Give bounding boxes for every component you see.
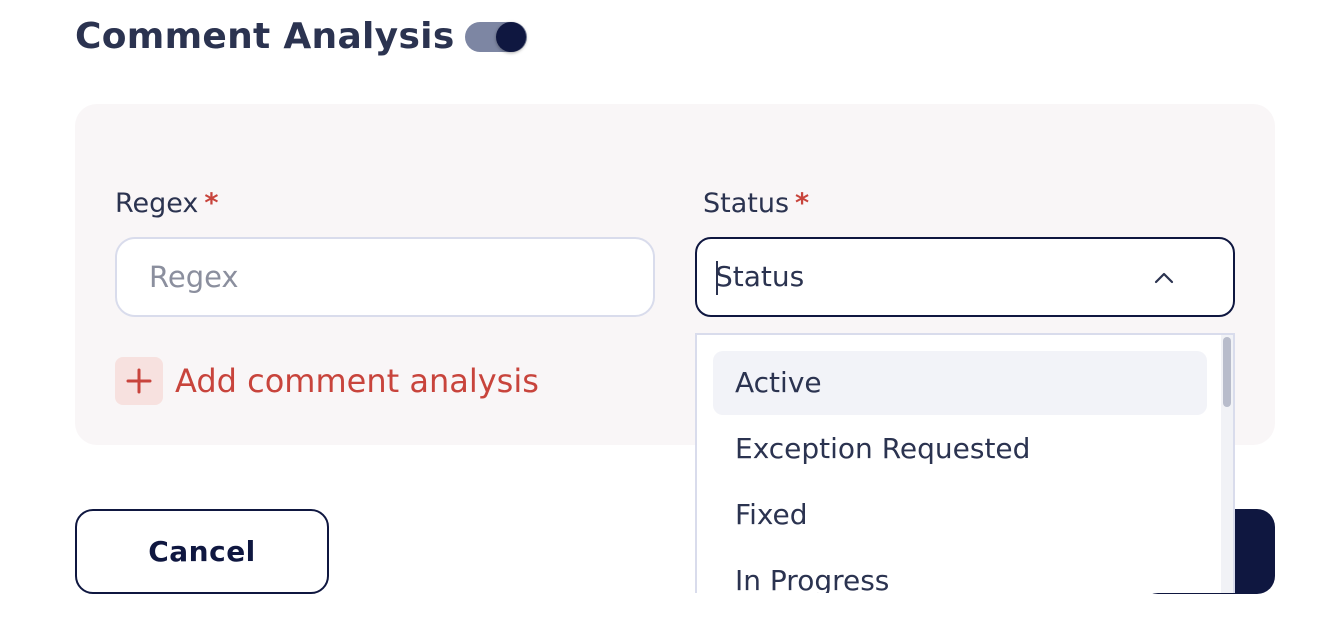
comment-analysis-toggle[interactable] [465,22,527,52]
status-option-fixed[interactable]: Fixed [713,483,1207,547]
status-select-value: Status [715,260,805,293]
section-title: Comment Analysis [75,16,455,57]
dropdown-scrollbar[interactable] [1221,335,1233,593]
comment-analysis-page: Comment Analysis Regex* Status* Status A… [0,0,1334,638]
status-option-in-progress[interactable]: In Progress [713,549,1207,593]
required-asterisk: * [795,188,810,219]
add-comment-analysis-button[interactable]: Add comment analysis [115,357,539,405]
status-option-exception-requested[interactable]: Exception Requested [713,417,1207,481]
regex-label-text: Regex [115,188,199,219]
cancel-button[interactable]: Cancel [75,509,329,594]
plus-icon [115,357,163,405]
add-comment-analysis-label: Add comment analysis [175,362,539,400]
chevron-up-icon[interactable] [1153,267,1175,289]
status-label: Status * [703,187,809,221]
text-caret [716,261,718,295]
status-option-active[interactable]: Active [713,351,1207,415]
toggle-knob [496,22,526,52]
status-dropdown-list: Active Exception Requested Fixed In Prog… [695,333,1235,593]
status-label-text: Status [703,188,790,219]
regex-input[interactable] [115,237,655,317]
viewport-clip [0,594,1334,638]
regex-label: Regex * [115,187,219,221]
dropdown-scrollbar-thumb[interactable] [1223,337,1231,407]
status-select[interactable]: Status [695,237,1235,317]
required-asterisk: * [204,188,219,219]
